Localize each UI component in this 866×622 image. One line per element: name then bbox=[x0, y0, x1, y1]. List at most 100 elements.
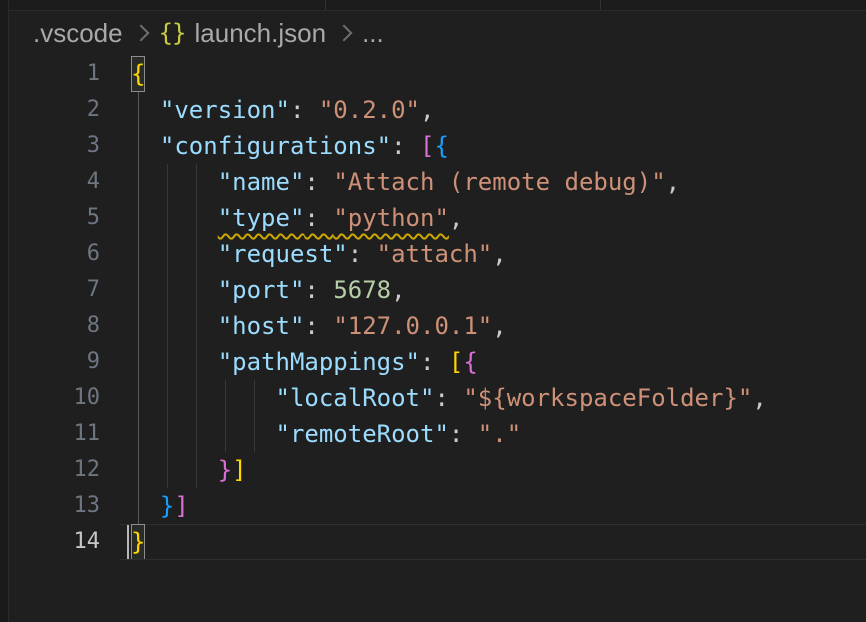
token: { bbox=[463, 348, 477, 376]
token bbox=[131, 132, 160, 160]
token: "pathMappings" bbox=[218, 348, 420, 376]
breadcrumb-item-file[interactable]: launch.json bbox=[195, 18, 327, 49]
code-line[interactable]: "remoteRoot": "." bbox=[120, 416, 866, 452]
line-text: "remoteRoot": "." bbox=[131, 416, 521, 452]
code-line[interactable]: "request": "attach", bbox=[120, 236, 866, 272]
token: : bbox=[304, 204, 333, 232]
code-editor[interactable]: 1234567891011121314 { "version": "0.2.0"… bbox=[9, 56, 866, 622]
token: "${workspaceFolder}" bbox=[463, 384, 752, 412]
code-line[interactable]: "port": 5678, bbox=[120, 272, 866, 308]
breadcrumb-overflow[interactable]: ... bbox=[362, 18, 384, 49]
token: } bbox=[218, 456, 232, 484]
code-line[interactable]: { bbox=[120, 56, 866, 92]
token: "Attach (remote debug)" bbox=[333, 168, 665, 196]
code-line[interactable]: "localRoot": "${workspaceFolder}", bbox=[120, 380, 866, 416]
token: : bbox=[304, 312, 333, 340]
bracket-match: { bbox=[131, 56, 145, 92]
line-text: }] bbox=[131, 488, 189, 524]
line-text: "version": "0.2.0", bbox=[131, 92, 434, 128]
code-line[interactable]: "host": "127.0.0.1", bbox=[120, 308, 866, 344]
token: [ bbox=[420, 132, 434, 160]
token: "." bbox=[478, 420, 521, 448]
token: "remoteRoot" bbox=[276, 420, 449, 448]
tab-bar[interactable] bbox=[0, 0, 866, 11]
code-line[interactable]: }] bbox=[120, 452, 866, 488]
line-number[interactable]: 3 bbox=[9, 128, 120, 164]
line-number[interactable]: 10 bbox=[9, 380, 120, 416]
token: "host" bbox=[218, 312, 305, 340]
token: : bbox=[348, 240, 377, 268]
line-text: "port": 5678, bbox=[131, 272, 406, 308]
token: : bbox=[434, 384, 463, 412]
gutter[interactable]: 1234567891011121314 bbox=[9, 56, 120, 560]
line-number[interactable]: 14 bbox=[9, 524, 120, 560]
token: "127.0.0.1" bbox=[333, 312, 492, 340]
token: "python" bbox=[333, 204, 449, 232]
token: "attach" bbox=[377, 240, 493, 268]
token: , bbox=[666, 168, 680, 196]
token bbox=[131, 312, 218, 340]
line-number[interactable]: 13 bbox=[9, 488, 120, 524]
text-cursor bbox=[127, 525, 129, 559]
token: : bbox=[304, 168, 333, 196]
window-left-edge bbox=[0, 0, 9, 622]
token: : bbox=[290, 96, 319, 124]
chevron-right-icon bbox=[336, 25, 353, 42]
token: "localRoot" bbox=[276, 384, 435, 412]
line-text: "pathMappings": [{ bbox=[131, 344, 478, 380]
line-text: "localRoot": "${workspaceFolder}", bbox=[131, 380, 767, 416]
line-text: "request": "attach", bbox=[131, 236, 507, 272]
token bbox=[131, 168, 218, 196]
token: { bbox=[434, 132, 448, 160]
token: "0.2.0" bbox=[319, 96, 420, 124]
token: : bbox=[304, 276, 333, 304]
token: "configurations" bbox=[160, 132, 391, 160]
token bbox=[131, 240, 218, 268]
token: , bbox=[492, 240, 506, 268]
line-number[interactable]: 9 bbox=[9, 344, 120, 380]
code-line[interactable]: } bbox=[120, 524, 866, 560]
token bbox=[131, 456, 218, 484]
token: "type": "python" bbox=[218, 204, 449, 232]
token: : bbox=[420, 348, 449, 376]
bracket-match: } bbox=[131, 524, 145, 560]
code-line[interactable]: "version": "0.2.0", bbox=[120, 92, 866, 128]
code-line[interactable]: }] bbox=[120, 488, 866, 524]
token: "port" bbox=[218, 276, 305, 304]
line-number[interactable]: 1 bbox=[9, 56, 120, 92]
token: 5678 bbox=[333, 276, 391, 304]
line-number[interactable]: 2 bbox=[9, 92, 120, 128]
token: "name" bbox=[218, 168, 305, 196]
token bbox=[131, 96, 160, 124]
line-text: }] bbox=[131, 452, 247, 488]
line-text: "host": "127.0.0.1", bbox=[131, 308, 507, 344]
token bbox=[131, 384, 276, 412]
line-text: "type": "python", bbox=[131, 200, 463, 236]
tab-divider bbox=[325, 0, 326, 10]
line-number[interactable]: 12 bbox=[9, 452, 120, 488]
code-line[interactable]: "name": "Attach (remote debug)", bbox=[120, 164, 866, 200]
token: , bbox=[391, 276, 405, 304]
token bbox=[131, 348, 218, 376]
token: "request" bbox=[218, 240, 348, 268]
code-line[interactable]: "pathMappings": [{ bbox=[120, 344, 866, 380]
token: : bbox=[449, 420, 478, 448]
line-number[interactable]: 7 bbox=[9, 272, 120, 308]
token: , bbox=[420, 96, 434, 124]
token: , bbox=[752, 384, 766, 412]
line-number[interactable]: 8 bbox=[9, 308, 120, 344]
breadcrumb-item-folder[interactable]: .vscode bbox=[33, 18, 123, 49]
token: [ bbox=[449, 348, 463, 376]
line-text: { bbox=[131, 56, 145, 92]
json-braces-icon: {} bbox=[159, 19, 186, 47]
line-number[interactable]: 11 bbox=[9, 416, 120, 452]
line-number[interactable]: 6 bbox=[9, 236, 120, 272]
line-number[interactable]: 4 bbox=[9, 164, 120, 200]
code-line[interactable]: "configurations": [{ bbox=[120, 128, 866, 164]
breadcrumb: .vscode {} launch.json ... bbox=[9, 11, 866, 55]
line-number[interactable]: 5 bbox=[9, 200, 120, 236]
chevron-right-icon bbox=[132, 25, 149, 42]
code-area[interactable]: { "version": "0.2.0", "configurations": … bbox=[120, 56, 866, 560]
code-line[interactable]: "type": "python", bbox=[120, 200, 866, 236]
token: "version" bbox=[160, 96, 290, 124]
